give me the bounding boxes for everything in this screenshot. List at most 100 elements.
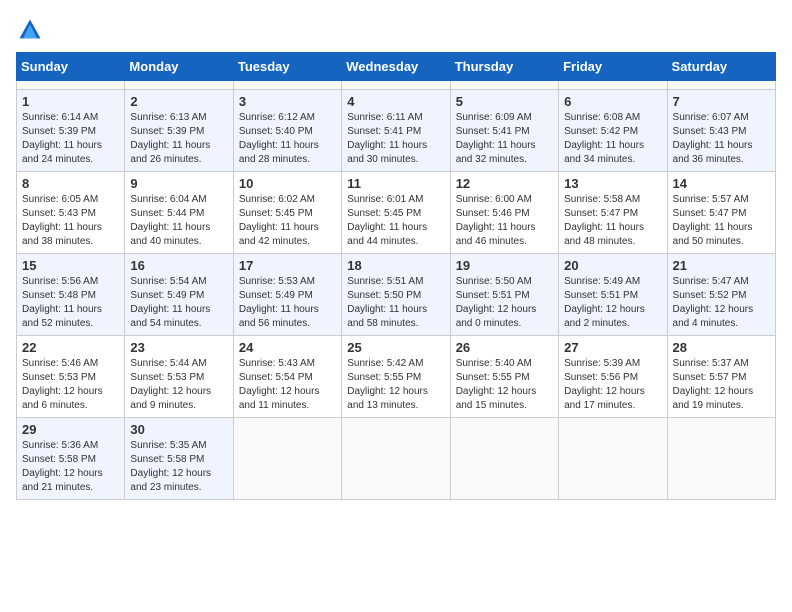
day-cell: 19Sunrise: 5:50 AMSunset: 5:51 PMDayligh…: [450, 254, 558, 336]
day-cell: 15Sunrise: 5:56 AMSunset: 5:48 PMDayligh…: [17, 254, 125, 336]
day-cell: [559, 81, 667, 90]
day-number: 3: [239, 94, 336, 109]
day-cell: 2 Sunrise: 6:13 AMSunset: 5:39 PMDaylight…: [125, 90, 233, 172]
day-number: 11: [347, 176, 444, 191]
day-info: Sunrise: 6:12 AMSunset: 5:40 PMDaylight:…: [239, 111, 336, 167]
header-friday: Friday: [559, 53, 667, 81]
day-number: 1: [22, 94, 119, 109]
day-info: Sunrise: 5:44 AMSunset: 5:53 PMDaylight:…: [130, 357, 227, 413]
day-cell: [342, 81, 450, 90]
day-number: 21: [673, 258, 770, 273]
day-number: 4: [347, 94, 444, 109]
header-sunday: Sunday: [17, 53, 125, 81]
day-cell: 21 Sunrise: 5:47 AMSunset: 5:52 PMDayligh…: [667, 254, 775, 336]
day-number: 15: [22, 258, 119, 273]
day-number: 28: [673, 340, 770, 355]
day-number: 30: [130, 422, 227, 437]
day-info: Sunrise: 5:43 AMSunset: 5:54 PMDaylight:…: [239, 357, 336, 413]
day-number: 25: [347, 340, 444, 355]
week-row-5: 29 Sunrise: 5:36 AMSunset: 5:58 PMDayligh…: [17, 418, 776, 500]
day-cell: [667, 418, 775, 500]
day-info: Sunrise: 5:37 AMSunset: 5:57 PMDaylight:…: [673, 357, 770, 413]
day-cell: [17, 81, 125, 90]
day-info: Sunrise: 5:51 AMSunset: 5:50 PMDaylight:…: [347, 275, 444, 331]
day-cell: 20 Sunrise: 5:49 AMSunset: 5:51 PMDayligh…: [559, 254, 667, 336]
day-number: 5: [456, 94, 553, 109]
day-cell: 24 Sunrise: 5:43 AMSunset: 5:54 PMDayligh…: [233, 336, 341, 418]
day-info: Sunrise: 5:57 AMSunset: 5:47 PMDaylight:…: [673, 193, 770, 249]
week-row-1: 1 Sunrise: 6:14 AMSunset: 5:39 PMDaylight…: [17, 90, 776, 172]
logo-icon: [16, 16, 44, 44]
day-cell: 29 Sunrise: 5:36 AMSunset: 5:58 PMDayligh…: [17, 418, 125, 500]
header-thursday: Thursday: [450, 53, 558, 81]
day-cell: [667, 81, 775, 90]
day-number: 14: [673, 176, 770, 191]
logo: [16, 16, 48, 44]
day-info: Sunrise: 5:54 AMSunset: 5:49 PMDaylight:…: [130, 275, 227, 331]
day-info: Sunrise: 5:47 AMSunset: 5:52 PMDaylight:…: [673, 275, 770, 331]
day-info: Sunrise: 5:46 AMSunset: 5:53 PMDaylight:…: [22, 357, 119, 413]
day-info: Sunrise: 5:53 AMSunset: 5:49 PMDaylight:…: [239, 275, 336, 331]
calendar-table: SundayMondayTuesdayWednesdayThursdayFrid…: [16, 52, 776, 500]
day-cell: 16Sunrise: 5:54 AMSunset: 5:49 PMDayligh…: [125, 254, 233, 336]
day-info: Sunrise: 6:13 AMSunset: 5:39 PMDaylight:…: [130, 111, 227, 167]
day-cell: 7Sunrise: 6:07 AMSunset: 5:43 PMDaylight…: [667, 90, 775, 172]
day-number: 10: [239, 176, 336, 191]
day-cell: 25Sunrise: 5:42 AMSunset: 5:55 PMDayligh…: [342, 336, 450, 418]
day-cell: 9Sunrise: 6:04 AMSunset: 5:44 PMDaylight…: [125, 172, 233, 254]
day-number: 24: [239, 340, 336, 355]
week-row-2: 8 Sunrise: 6:05 AMSunset: 5:43 PMDaylight…: [17, 172, 776, 254]
day-number: 2: [130, 94, 227, 109]
week-row-4: 22 Sunrise: 5:46 AMSunset: 5:53 PMDayligh…: [17, 336, 776, 418]
day-cell: 5Sunrise: 6:09 AMSunset: 5:41 PMDaylight…: [450, 90, 558, 172]
day-number: 27: [564, 340, 661, 355]
week-row-0: [17, 81, 776, 90]
day-cell: [559, 418, 667, 500]
day-cell: 10 Sunrise: 6:02 AMSunset: 5:45 PMDayligh…: [233, 172, 341, 254]
day-info: Sunrise: 5:58 AMSunset: 5:47 PMDaylight:…: [564, 193, 661, 249]
day-number: 19: [456, 258, 553, 273]
day-info: Sunrise: 6:14 AMSunset: 5:39 PMDaylight:…: [22, 111, 119, 167]
day-cell: 4 Sunrise: 6:11 AMSunset: 5:41 PMDaylight…: [342, 90, 450, 172]
day-cell: [233, 418, 341, 500]
day-cell: 3 Sunrise: 6:12 AMSunset: 5:40 PMDaylight…: [233, 90, 341, 172]
day-cell: 14 Sunrise: 5:57 AMSunset: 5:47 PMDayligh…: [667, 172, 775, 254]
day-number: 22: [22, 340, 119, 355]
header-saturday: Saturday: [667, 53, 775, 81]
day-cell: 27Sunrise: 5:39 AMSunset: 5:56 PMDayligh…: [559, 336, 667, 418]
day-cell: 1 Sunrise: 6:14 AMSunset: 5:39 PMDaylight…: [17, 90, 125, 172]
day-number: 18: [347, 258, 444, 273]
day-info: Sunrise: 5:35 AMSunset: 5:58 PMDaylight:…: [130, 439, 227, 495]
day-cell: 18 Sunrise: 5:51 AMSunset: 5:50 PMDayligh…: [342, 254, 450, 336]
day-cell: 28 Sunrise: 5:37 AMSunset: 5:57 PMDayligh…: [667, 336, 775, 418]
day-info: Sunrise: 6:00 AMSunset: 5:46 PMDaylight:…: [456, 193, 553, 249]
header-wednesday: Wednesday: [342, 53, 450, 81]
day-info: Sunrise: 6:02 AMSunset: 5:45 PMDaylight:…: [239, 193, 336, 249]
day-number: 8: [22, 176, 119, 191]
day-cell: [125, 81, 233, 90]
day-number: 23: [130, 340, 227, 355]
day-cell: 17Sunrise: 5:53 AMSunset: 5:49 PMDayligh…: [233, 254, 341, 336]
day-number: 6: [564, 94, 661, 109]
header-row: SundayMondayTuesdayWednesdayThursdayFrid…: [17, 53, 776, 81]
day-cell: 23 Sunrise: 5:44 AMSunset: 5:53 PMDayligh…: [125, 336, 233, 418]
day-cell: 12Sunrise: 6:00 AMSunset: 5:46 PMDayligh…: [450, 172, 558, 254]
day-cell: 22 Sunrise: 5:46 AMSunset: 5:53 PMDayligh…: [17, 336, 125, 418]
page-header: [16, 16, 776, 44]
day-info: Sunrise: 6:08 AMSunset: 5:42 PMDaylight:…: [564, 111, 661, 167]
day-cell: [342, 418, 450, 500]
day-info: Sunrise: 6:11 AMSunset: 5:41 PMDaylight:…: [347, 111, 444, 167]
day-info: Sunrise: 6:05 AMSunset: 5:43 PMDaylight:…: [22, 193, 119, 249]
day-cell: 8 Sunrise: 6:05 AMSunset: 5:43 PMDaylight…: [17, 172, 125, 254]
day-info: Sunrise: 5:36 AMSunset: 5:58 PMDaylight:…: [22, 439, 119, 495]
day-info: Sunrise: 5:49 AMSunset: 5:51 PMDaylight:…: [564, 275, 661, 331]
week-row-3: 15Sunrise: 5:56 AMSunset: 5:48 PMDayligh…: [17, 254, 776, 336]
header-monday: Monday: [125, 53, 233, 81]
day-cell: [233, 81, 341, 90]
day-cell: 26Sunrise: 5:40 AMSunset: 5:55 PMDayligh…: [450, 336, 558, 418]
day-cell: 6 Sunrise: 6:08 AMSunset: 5:42 PMDaylight…: [559, 90, 667, 172]
day-cell: 30 Sunrise: 5:35 AMSunset: 5:58 PMDayligh…: [125, 418, 233, 500]
day-cell: [450, 81, 558, 90]
day-number: 20: [564, 258, 661, 273]
day-number: 29: [22, 422, 119, 437]
